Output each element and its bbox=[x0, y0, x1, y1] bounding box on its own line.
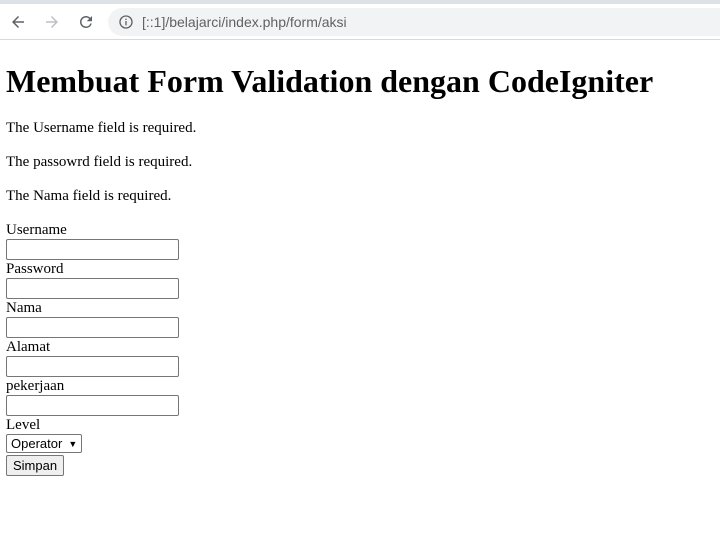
password-input[interactable] bbox=[6, 278, 179, 299]
url-text[interactable]: [::1]/belajarci/index.php/form/aksi bbox=[142, 14, 347, 30]
level-selected-value: Operator bbox=[11, 436, 63, 451]
forward-button[interactable] bbox=[36, 6, 68, 38]
error-password: The passowrd field is required. bbox=[6, 154, 193, 170]
user-form: Username Password Nama Alamat pekerjaan … bbox=[6, 221, 714, 476]
nama-input[interactable] bbox=[6, 317, 179, 338]
address-bar[interactable]: [::1]/belajarci/index.php/form/aksi bbox=[108, 7, 720, 36]
back-arrow-icon bbox=[12, 15, 24, 28]
error-nama: The Nama field is required. bbox=[6, 188, 172, 204]
level-label: Level bbox=[6, 417, 41, 433]
level-select[interactable]: Operator ▼ bbox=[6, 434, 83, 453]
alamat-input[interactable] bbox=[6, 356, 179, 377]
button-row: Simpan bbox=[6, 455, 714, 476]
pekerjaan-label: pekerjaan bbox=[6, 378, 65, 394]
simpan-button[interactable]: Simpan bbox=[6, 455, 65, 476]
forward-arrow-icon bbox=[46, 15, 58, 28]
username-input[interactable] bbox=[6, 239, 179, 260]
error-username: The Username field is required. bbox=[6, 120, 197, 136]
chevron-down-icon: ▼ bbox=[68, 438, 78, 449]
nama-label: Nama bbox=[6, 300, 42, 316]
reload-icon bbox=[80, 15, 92, 28]
alamat-label: Alamat bbox=[6, 339, 51, 355]
pekerjaan-input[interactable] bbox=[6, 395, 179, 416]
info-icon[interactable] bbox=[118, 14, 134, 30]
reload-button[interactable] bbox=[70, 6, 102, 38]
username-label: Username bbox=[6, 222, 67, 238]
page-title: Membuat Form Validation dengan CodeIgnit… bbox=[6, 63, 654, 99]
page-content: Membuat Form Validation dengan CodeIgnit… bbox=[0, 63, 720, 476]
browser-toolbar: [::1]/belajarci/index.php/form/aksi bbox=[0, 4, 720, 40]
back-button[interactable] bbox=[2, 6, 34, 38]
password-label: Password bbox=[6, 261, 64, 277]
